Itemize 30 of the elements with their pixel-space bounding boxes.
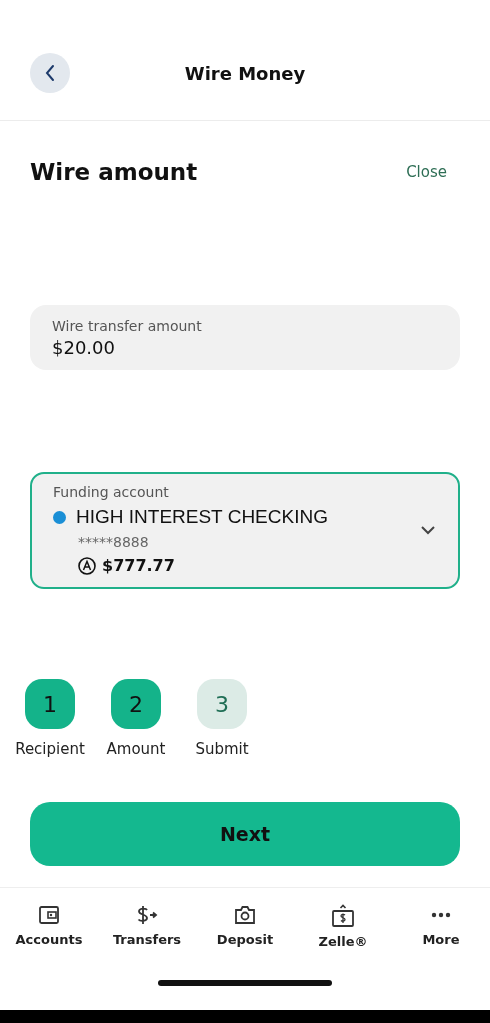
step-label: Amount <box>106 740 166 758</box>
nav-label[interactable]: Transfers <box>112 932 182 947</box>
field-value: $20.00 <box>52 337 116 358</box>
bill-icon[interactable] <box>331 904 355 928</box>
screen-title: Wire Money <box>184 62 306 84</box>
chevron-down-icon <box>420 524 436 535</box>
available-icon <box>78 556 96 575</box>
step-number: 3 <box>197 679 247 729</box>
field-label: Funding account <box>53 484 170 500</box>
nav-label[interactable]: Deposit <box>216 932 274 947</box>
amount-field[interactable]: Wire transfer amount $20.00 <box>30 305 460 370</box>
nav-label[interactable]: Accounts <box>15 932 83 947</box>
close-link[interactable]: Close <box>406 163 447 181</box>
nav-label[interactable]: More <box>422 932 460 947</box>
nav-label[interactable]: Zelle® <box>318 934 368 949</box>
step-number: 2 <box>111 679 161 729</box>
step-label: Recipient <box>15 740 85 758</box>
account-dropdown[interactable]: Funding account HIGH INTEREST CHECKING *****8888 $777.77 <box>30 472 460 589</box>
field-label: Wire transfer amount <box>52 318 203 334</box>
back-button[interactable] <box>30 53 70 93</box>
step-number: 1 <box>25 679 75 729</box>
account-balance: $777.77 <box>102 556 175 575</box>
dollar-arrow-icon[interactable] <box>135 904 159 926</box>
section-title: Wire amount <box>30 159 198 185</box>
camera-icon[interactable] <box>234 904 256 926</box>
next-button[interactable]: Next <box>30 802 460 866</box>
account-name: HIGH INTEREST CHECKING <box>76 506 328 528</box>
account-number: *****8888 <box>78 534 150 550</box>
step-label: Submit <box>195 740 249 758</box>
wallet-icon[interactable] <box>38 904 60 926</box>
